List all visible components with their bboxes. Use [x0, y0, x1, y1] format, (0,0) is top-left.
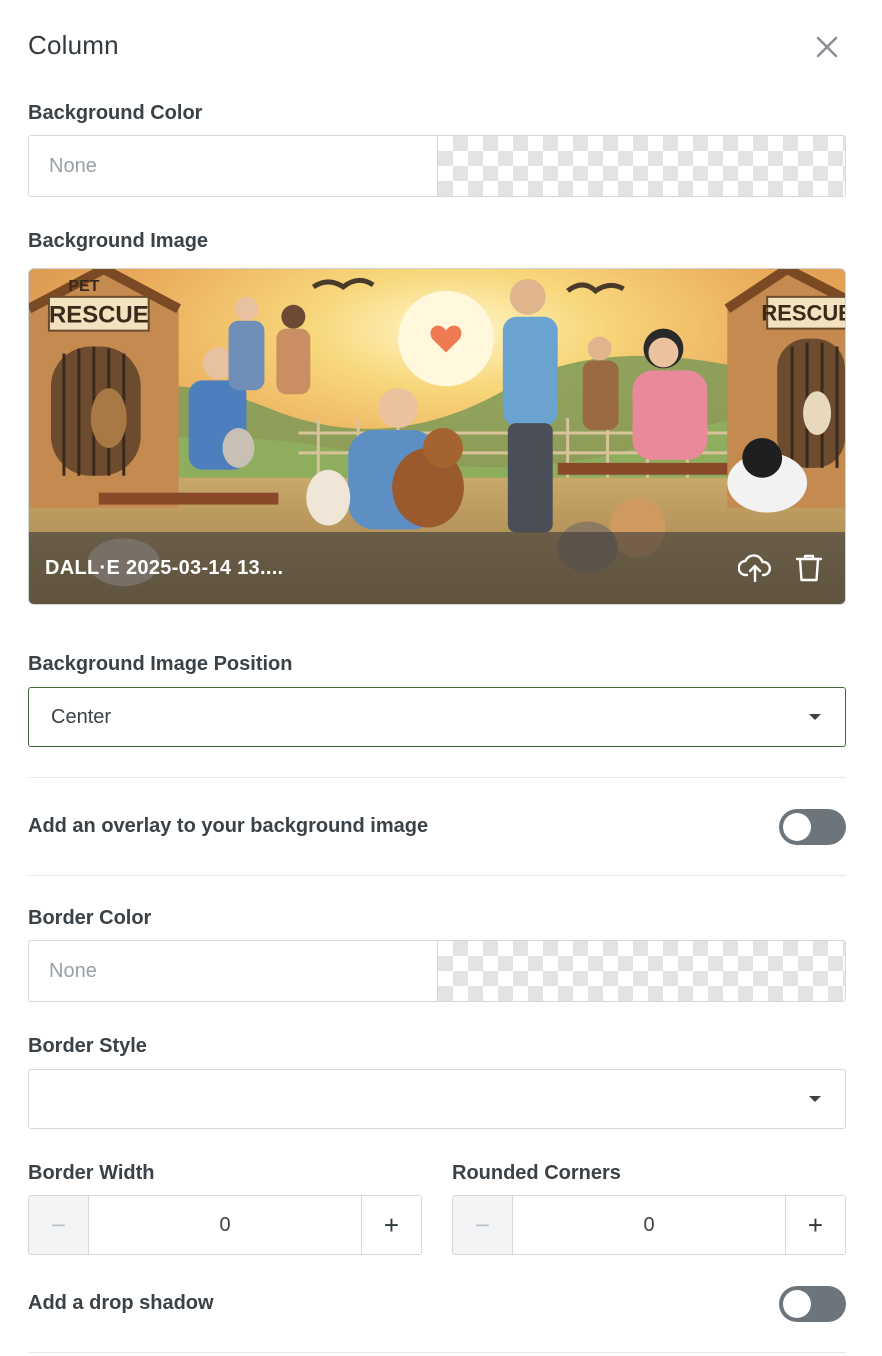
- drop-shadow-toggle[interactable]: [779, 1286, 846, 1322]
- background-image-position-label: Background Image Position: [28, 653, 293, 675]
- overlay-label: Add an overlay to your background image: [28, 815, 429, 837]
- border-color-input[interactable]: None: [29, 941, 438, 1001]
- image-toolbar: DALL·E 2025-03-14 13....: [29, 532, 845, 604]
- section-divider: [28, 777, 846, 778]
- panel-title: Column: [28, 30, 119, 60]
- background-color-swatch[interactable]: [438, 136, 845, 196]
- border-color-swatch[interactable]: [438, 941, 845, 1001]
- background-color-input[interactable]: None: [29, 136, 438, 196]
- chevron-down-icon: [809, 1096, 821, 1102]
- border-width-input[interactable]: 0: [89, 1196, 361, 1254]
- trash-icon: [795, 554, 823, 582]
- toggle-knob: [783, 1290, 811, 1318]
- upload-image-button[interactable]: [735, 548, 775, 588]
- toggle-knob: [783, 813, 811, 841]
- border-style-label: Border Style: [28, 1035, 147, 1057]
- background-color-field[interactable]: None: [28, 135, 846, 197]
- image-filename: DALL·E 2025-03-14 13....: [45, 556, 284, 579]
- section-divider: [28, 875, 846, 876]
- rounded-corners-decrement-button[interactable]: −: [453, 1196, 513, 1254]
- background-color-label: Background Color: [28, 102, 203, 124]
- rounded-corners-stepper[interactable]: − 0 +: [452, 1195, 846, 1255]
- background-image-position-select[interactable]: Center: [28, 687, 846, 747]
- border-color-field[interactable]: None: [28, 940, 846, 1002]
- drop-shadow-label: Add a drop shadow: [28, 1292, 214, 1314]
- rounded-corners-label: Rounded Corners: [452, 1162, 621, 1184]
- border-style-select[interactable]: [28, 1069, 846, 1129]
- close-icon: [816, 36, 838, 58]
- rounded-corners-input[interactable]: 0: [513, 1196, 785, 1254]
- section-divider: [28, 1352, 846, 1353]
- background-image-position-value: Center: [51, 705, 112, 728]
- chevron-down-icon: [809, 714, 821, 720]
- left-sign-top-text: PET: [68, 278, 99, 295]
- overlay-toggle[interactable]: [779, 809, 846, 845]
- border-width-increment-button[interactable]: +: [361, 1196, 421, 1254]
- background-image-preview[interactable]: RESCUE PET RESCUE DALL·E 2025-03-14 13..…: [28, 268, 846, 605]
- close-button[interactable]: [810, 30, 844, 64]
- right-sign-text: RESCUE: [761, 301, 845, 326]
- background-image-label: Background Image: [28, 230, 209, 252]
- border-width-decrement-button[interactable]: −: [29, 1196, 89, 1254]
- border-color-label: Border Color: [28, 907, 152, 929]
- border-width-label: Border Width: [28, 1162, 155, 1184]
- delete-image-button[interactable]: [789, 548, 829, 588]
- left-sign-text: RESCUE: [49, 302, 149, 329]
- rounded-corners-increment-button[interactable]: +: [785, 1196, 845, 1254]
- border-width-stepper[interactable]: − 0 +: [28, 1195, 422, 1255]
- cloud-upload-icon: [738, 554, 771, 583]
